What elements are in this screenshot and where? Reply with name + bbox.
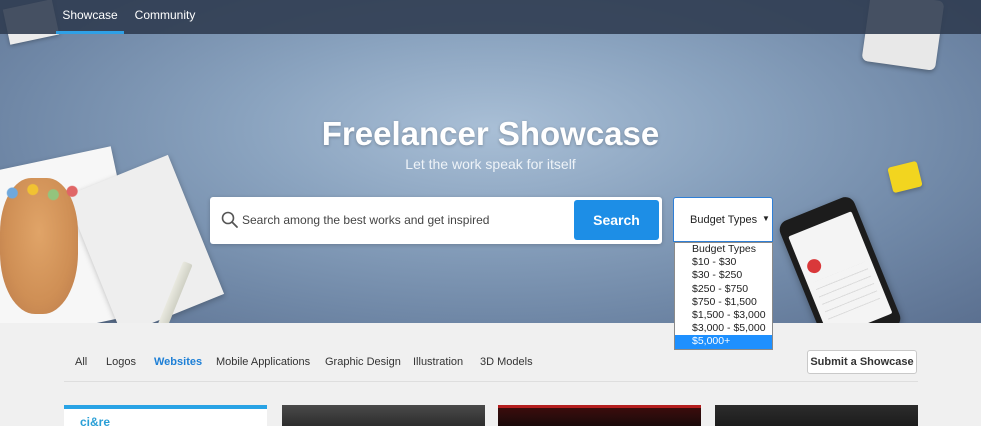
category-tab-logos[interactable]: Logos (106, 356, 136, 368)
budget-dropdown-list: Budget Types $10 - $30 $30 - $250 $250 -… (674, 242, 773, 350)
budget-option[interactable]: $3,000 - $5,000 (675, 322, 772, 335)
category-tab-illustration[interactable]: Illustration (413, 356, 463, 368)
budget-option[interactable]: $30 - $250 (675, 269, 772, 282)
map-pin-icon (805, 256, 824, 276)
thumbnail-logo-text: ci&re (80, 415, 111, 426)
budget-option[interactable]: $10 - $30 (675, 256, 772, 269)
page-subtitle: Let the work speak for itself (405, 156, 576, 172)
category-tab-mobile-applications[interactable]: Mobile Applications (216, 356, 310, 368)
search-icon (221, 211, 238, 228)
showcase-thumbnail[interactable] (498, 405, 701, 426)
search-input[interactable] (242, 209, 572, 231)
budget-option[interactable]: $750 - $1,500 (675, 296, 772, 309)
budget-type-select[interactable]: Budget Types ▼ (673, 197, 773, 242)
divider (64, 381, 918, 382)
nav-tab-community[interactable]: Community (128, 0, 202, 34)
phone-mockup-decoration (776, 194, 904, 323)
phone-content (813, 261, 881, 320)
budget-option[interactable]: Budget Types (675, 243, 772, 256)
showcase-thumbnail[interactable] (282, 405, 485, 426)
budget-option[interactable]: $250 - $750 (675, 283, 772, 296)
showcase-thumbnail[interactable]: ci&re (64, 405, 267, 426)
category-tab-3d-models[interactable]: 3D Models (480, 356, 533, 368)
flower-crown-decoration (0, 176, 82, 210)
dropdown-arrow-icon: ▼ (762, 214, 770, 223)
category-tab-graphic-design[interactable]: Graphic Design (325, 356, 401, 368)
showcase-thumbnail[interactable] (715, 405, 918, 426)
budget-option-highlighted[interactable]: $5,000+ (675, 335, 772, 349)
search-button[interactable]: Search (574, 200, 659, 240)
search-box: Search (210, 197, 662, 244)
submit-showcase-button[interactable]: Submit a Showcase (807, 350, 917, 374)
budget-select-value: Budget Types (690, 214, 758, 226)
hero-banner: Showcase Community Freelancer Showcase L… (0, 0, 981, 323)
top-navigation: Showcase Community (0, 0, 981, 34)
category-tab-websites[interactable]: Websites (154, 356, 202, 368)
nav-tab-showcase[interactable]: Showcase (56, 0, 124, 34)
category-tab-all[interactable]: All (75, 356, 87, 368)
page-title: Freelancer Showcase (321, 115, 660, 152)
budget-option[interactable]: $1,500 - $3,000 (675, 309, 772, 322)
phone-screen (788, 211, 893, 323)
